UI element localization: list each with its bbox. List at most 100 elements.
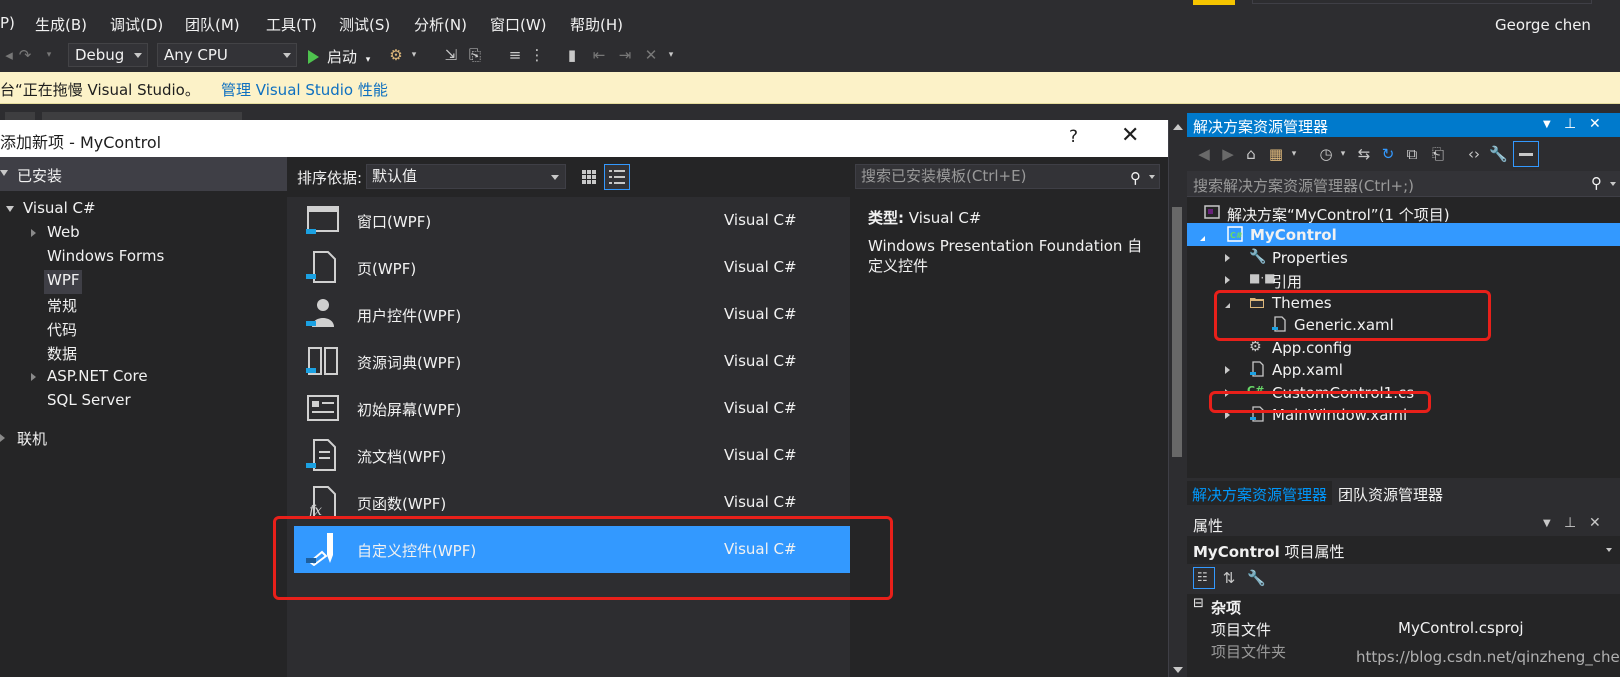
property-row[interactable]: 项目文件 MyControl.csproj	[1187, 616, 1620, 639]
tree-item-data[interactable]: 数据	[0, 342, 287, 366]
uncomment-lines-icon[interactable]: ⋮	[528, 46, 546, 64]
tree-item-online[interactable]: 联机	[0, 427, 287, 451]
step-over-icon[interactable]: ⎘	[466, 46, 484, 64]
scroll-up-icon[interactable]	[1173, 124, 1183, 130]
collapse-all-icon[interactable]: ⧉	[1403, 145, 1421, 163]
solution-explorer-title-bar: 解决方案资源管理器 ▼ ⊥ ✕	[1187, 113, 1620, 137]
menu-item-test[interactable]: 测试(S)	[339, 14, 390, 35]
menu-item-window[interactable]: 窗口(W)	[490, 14, 547, 35]
tree-item-sql-server[interactable]: SQL Server	[0, 390, 287, 414]
scroll-thumb[interactable]	[1172, 207, 1182, 457]
document-tab[interactable]	[5, 112, 35, 120]
tree-item-windows-forms[interactable]: Windows Forms	[0, 246, 287, 270]
template-row-page[interactable]: 页(WPF) Visual C#	[294, 244, 850, 291]
start-debugging-button[interactable]: 启动 ▾	[308, 46, 370, 67]
notification-indicator[interactable]	[1193, 0, 1235, 5]
template-row-window[interactable]: 窗口(WPF) Visual C#	[294, 197, 850, 244]
template-row-flow-document[interactable]: 流文档(WPF) Visual C#	[294, 432, 850, 479]
back-icon[interactable]: ◀	[1195, 145, 1213, 163]
document-tab[interactable]	[42, 112, 242, 120]
menu-item-tools[interactable]: 工具(T)	[266, 14, 317, 35]
tree-item-properties[interactable]: 🔧 Properties	[1187, 246, 1620, 269]
view-code-icon[interactable]: ‹›	[1465, 145, 1483, 163]
categorized-button[interactable]: ☷	[1193, 567, 1215, 589]
tab-team-explorer[interactable]: 团队资源管理器	[1333, 481, 1448, 505]
dropdown-icon[interactable]: ▾	[1285, 145, 1303, 163]
dropdown-icon[interactable]: ▾	[1334, 145, 1352, 163]
home-icon[interactable]: ⌂	[1242, 145, 1260, 163]
solution-configuration-select[interactable]: Debug	[68, 43, 148, 67]
menu-item-team[interactable]: 团队(M)	[185, 14, 240, 35]
attach-process-icon[interactable]: ⚙	[387, 46, 405, 64]
clear-bookmarks-icon[interactable]: ✕	[642, 46, 660, 64]
tree-item-code[interactable]: 代码	[0, 318, 287, 342]
tree-item-references[interactable]: ■·■ 引用	[1187, 268, 1620, 291]
forward-icon[interactable]: ▶	[1219, 145, 1237, 163]
switch-views-icon[interactable]: ▦	[1267, 145, 1285, 163]
dropdown-icon[interactable]: ▾	[405, 46, 423, 64]
window-position-icon[interactable]: ▼	[1543, 119, 1551, 130]
close-icon[interactable]: ✕	[1589, 116, 1601, 132]
property-category-misc[interactable]: ⊟ 杂项	[1187, 594, 1620, 617]
tree-item-general[interactable]: 常规	[0, 294, 287, 318]
alphabetical-sort-icon[interactable]: ⇅	[1220, 569, 1238, 587]
sync-icon[interactable]: ⇆	[1355, 145, 1373, 163]
tree-item-app-xaml[interactable]: App.xaml	[1187, 358, 1620, 381]
prev-bookmark-icon[interactable]: ⇤	[590, 46, 608, 64]
expand-arrow-icon	[0, 434, 5, 442]
template-row-splash-screen[interactable]: 初始屏幕(WPF) Visual C#	[294, 385, 850, 432]
sort-select[interactable]: 默认值	[366, 164, 566, 189]
toolbar-overflow-icon[interactable]: ▾	[662, 46, 680, 64]
search-icon[interactable]: ⚲	[1591, 174, 1602, 192]
pin-icon[interactable]: ⊥	[1564, 116, 1576, 132]
solution-search-input[interactable]: 搜索解决方案资源管理器(Ctrl+;) ⚲	[1187, 171, 1620, 197]
editor-vertical-scrollbar[interactable]	[1168, 120, 1185, 677]
dropdown-arrow-icon[interactable]	[1149, 175, 1155, 179]
menu-item-help[interactable]: 帮助(H)	[570, 14, 623, 35]
template-row-resource-dictionary[interactable]: 资源词典(WPF) Visual C#	[294, 338, 850, 385]
wrench-icon[interactable]: 🔧	[1247, 569, 1266, 587]
wrench-icon[interactable]: 🔧	[1489, 145, 1508, 163]
collapse-arrow-icon	[0, 170, 8, 176]
tree-item-wpf[interactable]: WPF	[0, 270, 287, 294]
menu-item-project[interactable]: P)	[0, 14, 15, 32]
tree-item-aspnet-core[interactable]: ASP.NET Core	[0, 366, 287, 390]
show-all-files-icon[interactable]: ⎗	[1429, 145, 1447, 163]
redo-icon[interactable]: ↷	[16, 46, 34, 64]
refresh-icon[interactable]: ↻	[1379, 145, 1397, 163]
menu-item-debug[interactable]: 调试(D)	[110, 14, 163, 35]
template-row-user-control[interactable]: 用户控件(WPF) Visual C#	[294, 291, 850, 338]
tree-item-web[interactable]: Web	[0, 222, 287, 246]
tree-item-solution[interactable]: 解决方案“MyControl”(1 个项目)	[1187, 201, 1620, 224]
close-icon[interactable]: ✕	[1589, 515, 1601, 531]
menu-item-build[interactable]: 生成(B)	[35, 14, 87, 35]
installed-header[interactable]: 已安装	[0, 157, 287, 191]
next-bookmark-icon[interactable]: ⇥	[616, 46, 634, 64]
help-button[interactable]: ?	[1069, 127, 1078, 147]
step-into-icon[interactable]: ⇲	[442, 46, 460, 64]
small-icons-view-button[interactable]	[576, 164, 602, 190]
template-search-input[interactable]: 搜索已安装模板(Ctrl+E) ⚲	[855, 164, 1160, 189]
tab-solution-explorer[interactable]: 解决方案资源管理器	[1187, 481, 1333, 505]
user-account-name[interactable]: George chen	[1495, 16, 1591, 34]
close-button[interactable]: ✕	[1121, 123, 1139, 148]
scroll-down-icon[interactable]	[1173, 667, 1183, 673]
pin-icon[interactable]: ⊥	[1564, 515, 1576, 531]
comment-lines-icon[interactable]: ≡	[506, 46, 524, 64]
tree-item-visual-csharp[interactable]: Visual C#	[0, 198, 287, 222]
tree-item-project[interactable]: C# MyControl	[1187, 223, 1620, 246]
preview-selected-button[interactable]	[1513, 141, 1539, 167]
annotation-highlight-custom-control-cs	[1209, 391, 1431, 413]
redo-dropdown-icon[interactable]: ▾	[40, 46, 58, 64]
search-icon[interactable]: ⚲	[1130, 167, 1141, 190]
properties-object-select[interactable]: MyControl 项目属性	[1187, 536, 1620, 564]
chevron-down-icon	[283, 53, 291, 58]
bookmark-icon[interactable]: ▮	[563, 46, 581, 64]
dropdown-arrow-icon[interactable]	[1610, 182, 1616, 186]
details-view-button[interactable]	[604, 164, 630, 190]
pending-changes-icon[interactable]: ◷	[1317, 145, 1335, 163]
menu-item-analyze[interactable]: 分析(N)	[414, 14, 467, 35]
manage-performance-link[interactable]: 管理 Visual Studio 性能	[221, 79, 388, 100]
solution-platform-select[interactable]: Any CPU	[157, 43, 297, 67]
window-position-icon[interactable]: ▼	[1543, 518, 1551, 529]
